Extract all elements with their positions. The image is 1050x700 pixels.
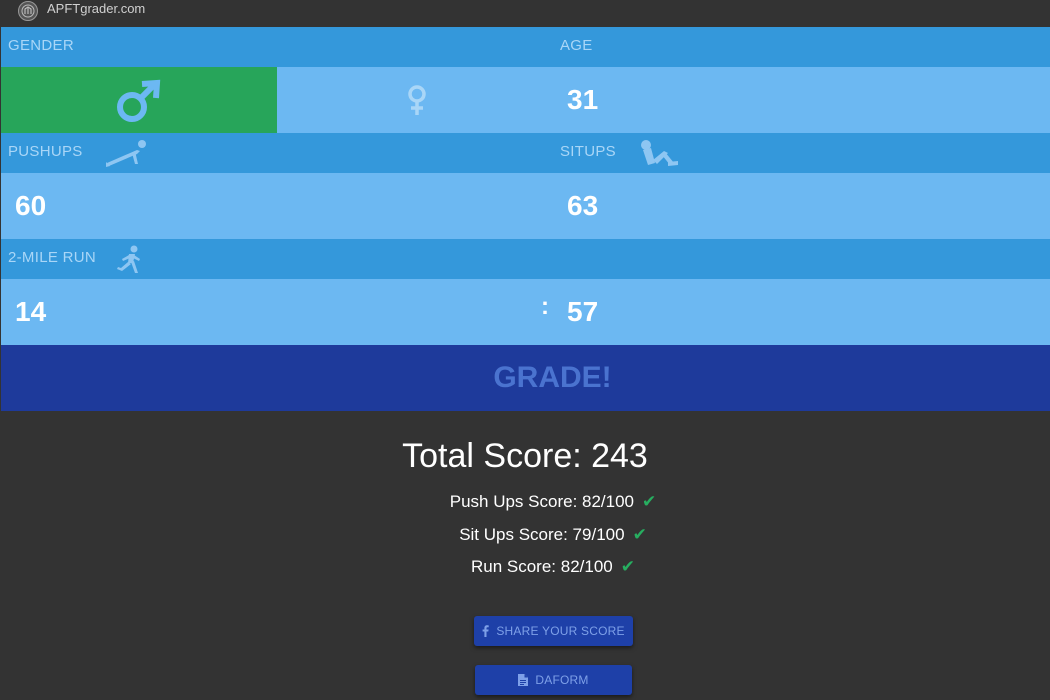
run-minutes-input[interactable]: 14 — [15, 296, 46, 328]
situps-score-line: Sit Ups Score: 79/100 ✔ — [0, 525, 1050, 545]
runner-figure-icon — [117, 245, 140, 273]
daform-button[interactable]: DAFORM — [475, 665, 632, 695]
gender-age-header: GENDER AGE — [1, 27, 1050, 67]
pushups-label: PUSHUPS — [8, 143, 83, 160]
pushups-score-line: Push Ups Score: 82/100 ✔ — [0, 492, 1050, 512]
pushups-situps-header: PUSHUPS SITUPS — [1, 133, 1050, 173]
logo-icon[interactable] — [18, 1, 38, 21]
age-label: AGE — [560, 37, 593, 54]
pushups-score: Push Ups Score: 82/100 — [449, 492, 635, 511]
pushups-situps-row: 60 63 — [1, 173, 1050, 239]
female-symbol-icon — [408, 85, 426, 115]
situps-label: SITUPS — [560, 143, 616, 160]
share-score-button[interactable]: SHARE YOUR SCORE — [474, 616, 633, 646]
share-score-label: SHARE YOUR SCORE — [496, 624, 625, 638]
daform-label: DAFORM — [535, 673, 589, 687]
grade-button-label: GRADE! — [493, 361, 612, 394]
gender-label: GENDER — [8, 37, 74, 54]
brand-name[interactable]: APFTgrader.com — [47, 1, 145, 16]
gender-male-button[interactable] — [1, 67, 277, 133]
run-score-line: Run Score: 82/100 ✔ — [0, 557, 1050, 577]
male-symbol-icon — [117, 79, 161, 122]
run-label: 2-MILE RUN — [8, 249, 97, 266]
total-score: Total Score: 243 — [402, 437, 648, 475]
apft-grader-page: APFTgrader.com GENDER AGE 31 PUSHUPS SIT… — [0, 0, 1050, 700]
gender-age-row: 31 — [1, 67, 1050, 133]
run-header: 2-MILE RUN — [1, 239, 1050, 279]
situp-figure-icon — [641, 140, 678, 166]
pushup-figure-icon — [106, 140, 146, 167]
checkmark-icon: ✔ — [642, 492, 657, 511]
run-row: 14 : 57 — [1, 279, 1050, 345]
document-icon — [518, 674, 529, 686]
gender-female-button[interactable] — [277, 67, 553, 133]
situps-input[interactable]: 63 — [567, 190, 598, 222]
checkmark-icon: ✔ — [632, 525, 647, 544]
run-time-separator: : — [541, 293, 549, 320]
top-bar: APFTgrader.com — [0, 0, 1050, 27]
checkmark-icon: ✔ — [620, 557, 635, 576]
pushups-input[interactable]: 60 — [15, 190, 46, 222]
age-input[interactable]: 31 — [567, 84, 598, 116]
run-score: Run Score: 82/100 — [470, 557, 613, 576]
facebook-icon — [482, 625, 490, 637]
situps-score: Sit Ups Score: 79/100 — [459, 525, 625, 544]
apft-form: GENDER AGE 31 PUSHUPS SITUPS 60 63 2-MIL… — [1, 27, 1050, 411]
run-seconds-input[interactable]: 57 — [567, 296, 598, 328]
grade-button[interactable]: GRADE! — [1, 345, 1050, 411]
